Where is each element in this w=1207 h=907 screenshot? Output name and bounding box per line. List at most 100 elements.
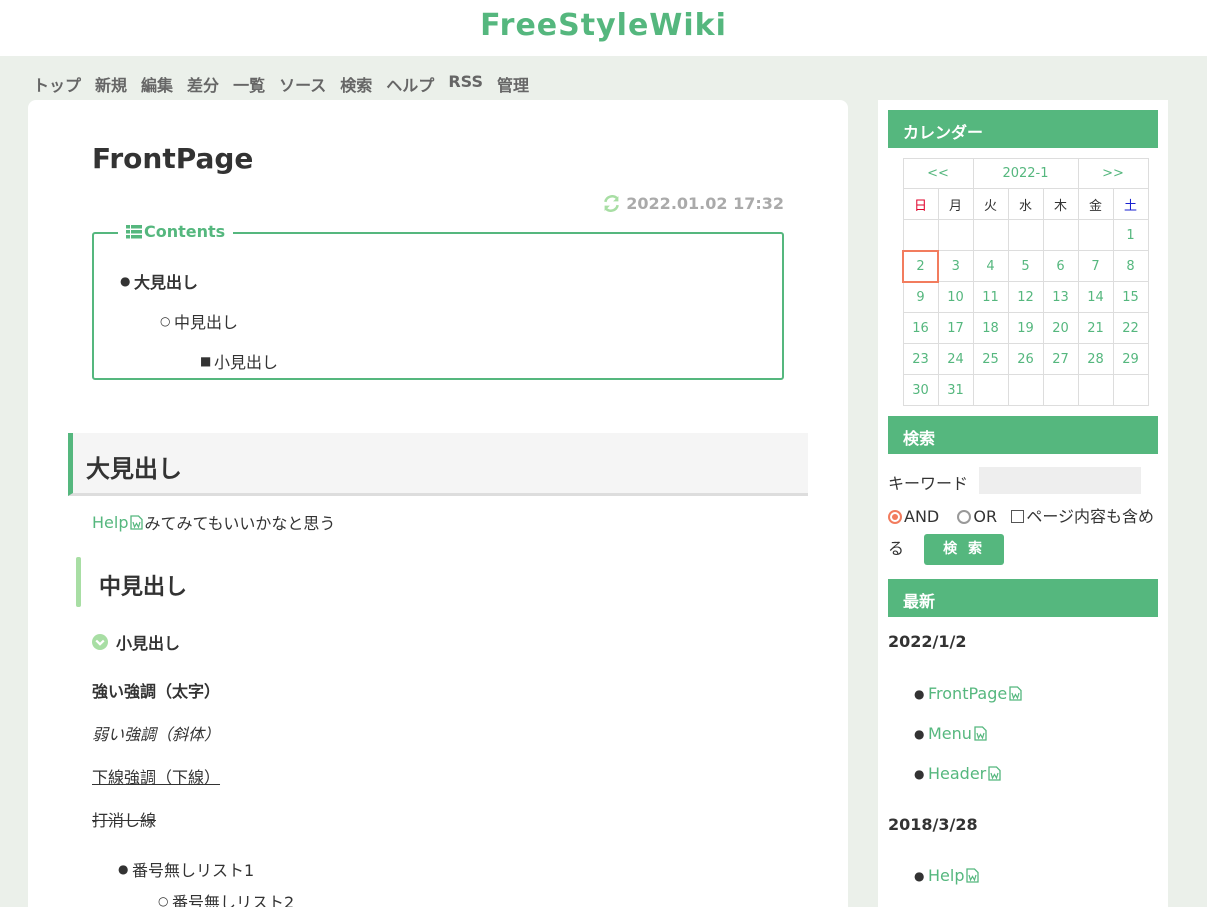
bullet-disc-icon: ● [120, 274, 131, 288]
toc-item-label: 小見出し [214, 353, 279, 372]
wiki-page-icon[interactable] [974, 726, 987, 741]
calendar-empty-cell [937, 219, 974, 251]
calendar-day[interactable]: 14 [1077, 281, 1114, 313]
bullet-circle-icon: ○ [158, 894, 169, 907]
calendar-day[interactable]: 3 [937, 250, 974, 282]
list-item: ○ 番号無しリスト2 [158, 889, 294, 907]
heading-medium: 中見出し [76, 557, 187, 607]
toc-item[interactable]: ● 大見出し [120, 269, 198, 293]
calendar-day[interactable]: 5 [1007, 250, 1044, 282]
calendar-day[interactable]: 24 [937, 343, 974, 375]
search-button[interactable]: 検 索 [924, 534, 1005, 565]
wiki-page-icon[interactable] [1009, 686, 1022, 701]
and-label: AND [904, 507, 940, 526]
calendar-empty-cell [1077, 219, 1114, 251]
recent-page-link[interactable]: Header [928, 764, 986, 783]
include-content-checkbox[interactable] [1011, 510, 1025, 523]
recent-page-link[interactable]: Menu [928, 724, 972, 743]
calendar-week: 23 24 25 26 27 28 29 [902, 343, 1149, 375]
or-radio[interactable] [957, 510, 972, 524]
search-heading: 検索 [888, 416, 1158, 454]
calendar-day[interactable]: 22 [1112, 312, 1149, 344]
calendar-day[interactable]: 6 [1042, 250, 1079, 282]
calendar-week: 30 31 [902, 374, 1149, 406]
wiki-page-icon[interactable] [988, 766, 1001, 781]
calendar-day[interactable]: 20 [1042, 312, 1079, 344]
main-content: FrontPage 2022.01.02 17:32 Contents ● 大見… [28, 100, 848, 907]
calendar-day[interactable]: 29 [1112, 343, 1149, 375]
strikethrough-text: 打消し線 [92, 811, 157, 830]
toc-item-label: 中見出し [174, 313, 239, 332]
emphasis-text: 弱い強調（斜体） [92, 725, 221, 744]
calendar-day[interactable]: 13 [1042, 281, 1079, 313]
recent-date: 2022/1/2 [888, 632, 967, 651]
table-of-contents: Contents ● 大見出し ○ 中見出し ■ 小見出し [92, 222, 784, 380]
menu-item-search[interactable]: 検索 [340, 72, 372, 96]
and-radio[interactable] [888, 510, 902, 524]
or-label: OR [973, 507, 998, 526]
menu-item-new[interactable]: 新規 [95, 72, 127, 96]
site-title[interactable]: FreeStyleWiki [480, 8, 727, 43]
list-item-text: 番号無しリスト2 [172, 893, 295, 907]
bullet-square-icon: ■ [200, 354, 212, 368]
search-input[interactable] [979, 467, 1141, 494]
calendar-day[interactable]: 27 [1042, 343, 1079, 375]
calendar-next-link[interactable]: >> [1077, 158, 1149, 189]
toc-item[interactable]: ■ 小見出し [200, 349, 278, 373]
calendar-prev-link[interactable]: << [902, 158, 974, 189]
calendar-empty-cell [1077, 374, 1114, 406]
calendar-empty-cell [1112, 374, 1149, 406]
recent-item: ● FrontPage [914, 684, 1023, 703]
menu-item-diff[interactable]: 差分 [187, 72, 219, 96]
help-link[interactable]: Help [92, 513, 128, 532]
calendar-day[interactable]: 12 [1007, 281, 1044, 313]
calendar-day[interactable]: 15 [1112, 281, 1149, 313]
calendar-day[interactable]: 1 [1112, 219, 1149, 251]
heading-medium-text: 中見出し [99, 575, 188, 600]
recent-page-link[interactable]: Help [928, 866, 964, 885]
calendar-day[interactable]: 4 [972, 250, 1009, 282]
calendar-day[interactable]: 28 [1077, 343, 1114, 375]
menu-item-edit[interactable]: 編集 [141, 72, 173, 96]
toc-legend: Contents [118, 222, 234, 241]
recent-page-link[interactable]: FrontPage [928, 684, 1007, 703]
search-options: AND OR ページ内容も含める検 索 [888, 501, 1163, 565]
menu-item-help[interactable]: ヘルプ [386, 72, 434, 96]
calendar-day[interactable]: 11 [972, 281, 1009, 313]
calendar-empty-cell [972, 219, 1009, 251]
calendar-day[interactable]: 30 [902, 374, 939, 406]
menu-item-rss[interactable]: RSS [448, 72, 483, 96]
menu-item-source[interactable]: ソース [279, 72, 326, 96]
calendar-day[interactable]: 26 [1007, 343, 1044, 375]
calendar-day[interactable]: 9 [902, 281, 939, 313]
calendar-day[interactable]: 7 [1077, 250, 1114, 282]
bullet-circle-icon: ○ [160, 314, 171, 328]
calendar-day[interactable]: 10 [937, 281, 974, 313]
calendar-day[interactable]: 8 [1112, 250, 1149, 282]
recent-item: ● Help [914, 866, 980, 885]
calendar-day[interactable]: 16 [902, 312, 939, 344]
heading-large: 大見出し [68, 433, 808, 496]
help-text: みてみてもいいかなと思う [144, 514, 336, 533]
wiki-page-icon[interactable] [130, 514, 144, 530]
toc-item-label: 大見出し [134, 273, 199, 292]
calendar-month-link[interactable]: 2022-1 [972, 158, 1079, 189]
wiki-page-icon[interactable] [966, 868, 980, 883]
menu-item-admin[interactable]: 管理 [497, 72, 529, 96]
calendar-day[interactable]: 21 [1077, 312, 1114, 344]
calendar-day[interactable]: 25 [972, 343, 1009, 375]
calendar-day[interactable]: 18 [972, 312, 1009, 344]
toc-item[interactable]: ○ 中見出し [160, 309, 238, 333]
heading-small: 小見出し [92, 630, 180, 654]
calendar-day[interactable]: 2 [902, 249, 939, 283]
site-header: FreeStyleWiki [0, 0, 1207, 56]
menu-item-top[interactable]: トップ [33, 72, 81, 96]
calendar-day[interactable]: 31 [937, 374, 974, 406]
calendar-day[interactable]: 17 [937, 312, 974, 344]
calendar-day[interactable]: 23 [902, 343, 939, 375]
menu-item-list[interactable]: 一覧 [233, 72, 265, 96]
strong-text: 強い強調（太字） [92, 682, 221, 701]
calendar-day[interactable]: 19 [1007, 312, 1044, 344]
recent-item: ● Header [914, 764, 1002, 783]
list-item: ● 番号無しリスト1 [118, 857, 254, 881]
